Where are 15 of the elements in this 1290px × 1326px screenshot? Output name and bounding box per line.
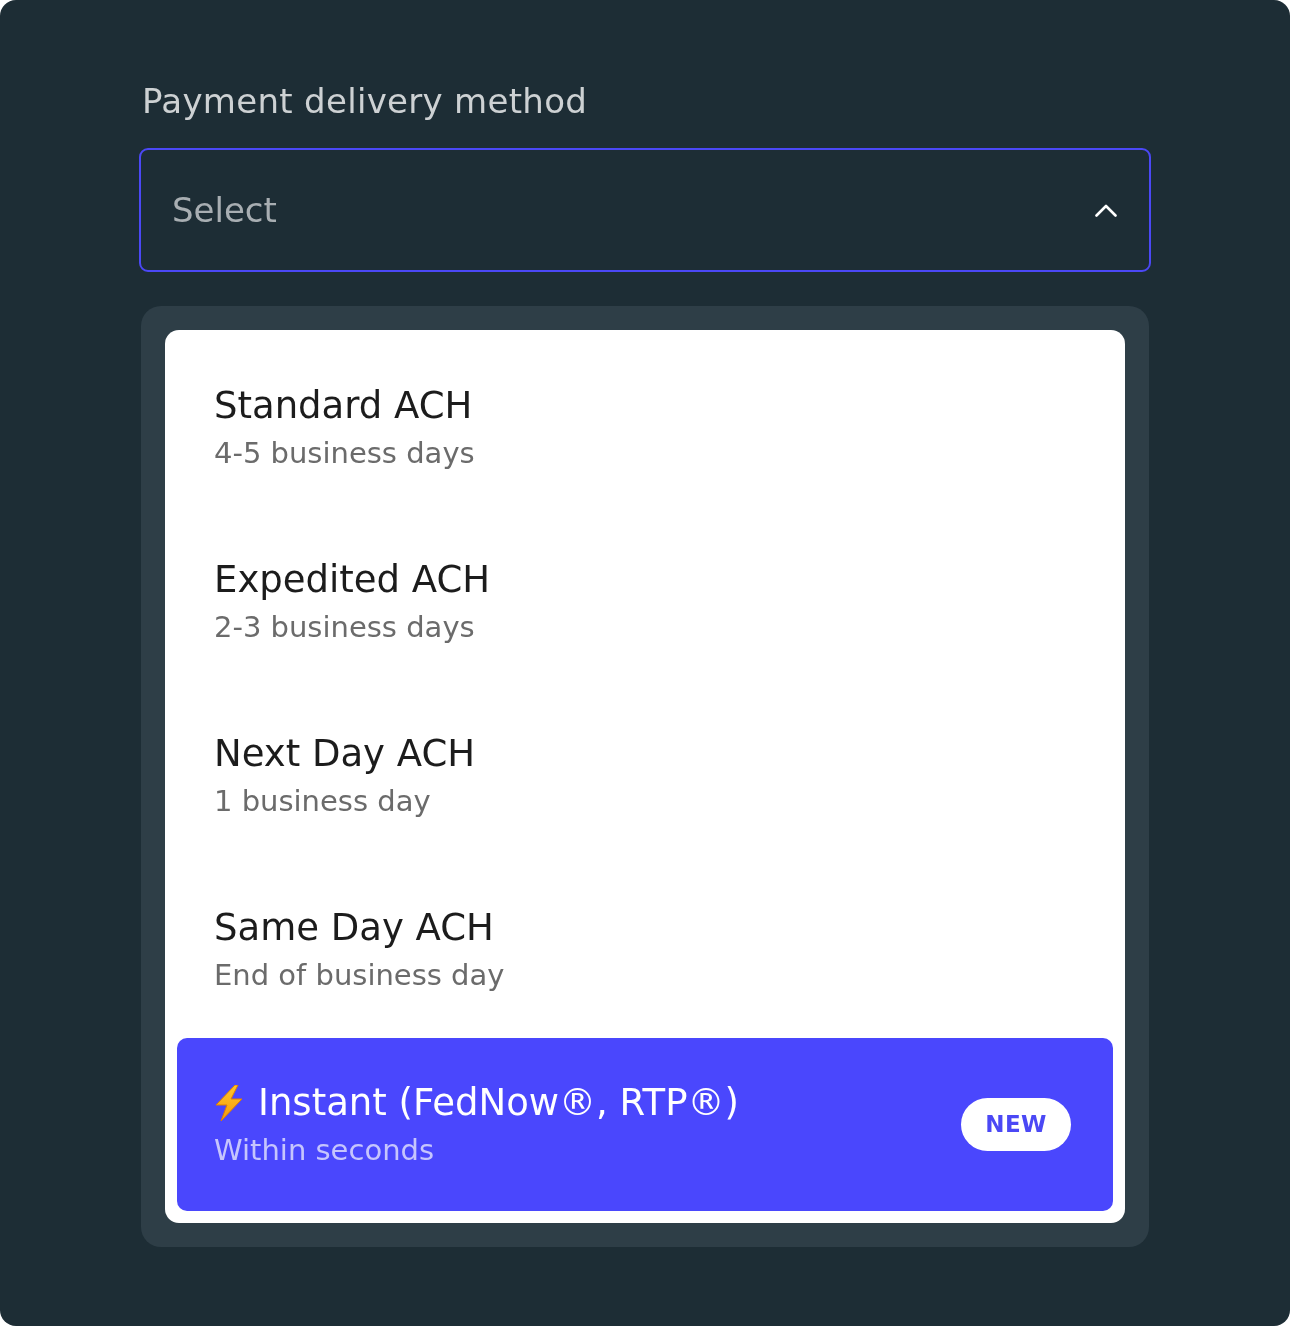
lightning-bolt-icon xyxy=(214,1085,244,1121)
option-title: Expedited ACH xyxy=(214,558,491,602)
select-field[interactable]: Select xyxy=(139,148,1151,272)
option-title: Same Day ACH xyxy=(214,906,494,950)
option-title: Standard ACH xyxy=(214,384,473,428)
option-title: Instant (FedNow®, RTP®) xyxy=(258,1081,739,1125)
dropdown-option[interactable]: Instant (FedNow®, RTP®) Within seconds NEW xyxy=(177,1038,1113,1211)
option-description: End of business day xyxy=(214,957,505,993)
option-description: 2-3 business days xyxy=(214,609,475,645)
option-description: 4-5 business days xyxy=(214,435,475,471)
option-description: Within seconds xyxy=(214,1132,435,1168)
option-title: Next Day ACH xyxy=(214,732,476,776)
option-description: 1 business day xyxy=(214,783,431,819)
new-badge: NEW xyxy=(961,1098,1071,1151)
field-label: Payment delivery method xyxy=(142,81,588,121)
